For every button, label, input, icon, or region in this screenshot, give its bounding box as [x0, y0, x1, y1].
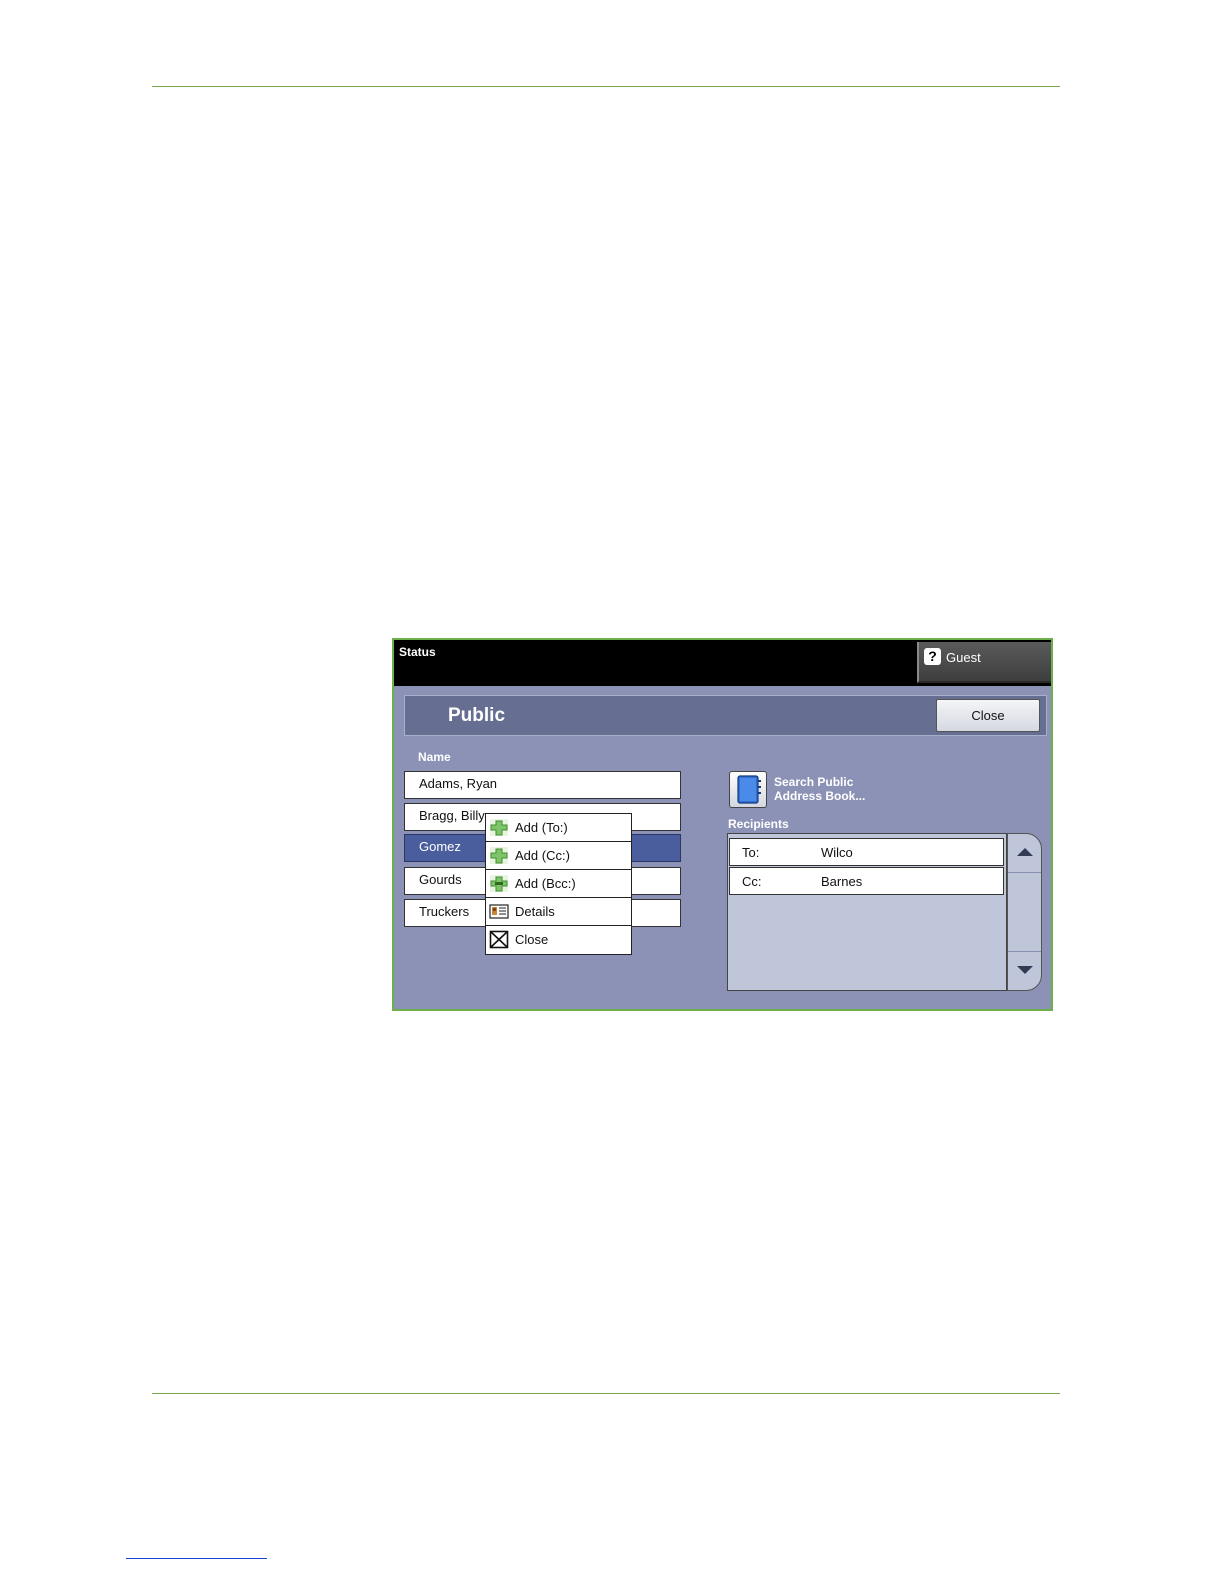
menu-item-label: Add (To:): [515, 820, 568, 835]
menu-item-label: Close: [515, 932, 549, 947]
name-row-label: Adams, Ryan: [419, 776, 498, 791]
scroll-down-button[interactable]: [1008, 951, 1041, 990]
recipient-row[interactable]: To: Wilco: [729, 838, 1004, 866]
menu-item-add-cc[interactable]: Add (Cc:): [486, 842, 631, 870]
search-label-line1: Search Public: [774, 775, 854, 789]
recipient-type: Cc:: [742, 874, 762, 889]
menu-item-details[interactable]: Details: [486, 898, 631, 926]
footer-link-underline: [126, 1558, 267, 1559]
page-title: Public: [448, 705, 506, 726]
menu-item-add-bcc[interactable]: Add (Bcc:): [486, 870, 631, 898]
name-row-label: Bragg, Billy: [419, 808, 485, 823]
arrow-up-icon: [1017, 848, 1033, 856]
menu-item-add-to[interactable]: Add (To:): [486, 814, 631, 842]
name-row-label: Gourds: [419, 872, 462, 887]
name-column-label: Name: [418, 750, 451, 764]
recipient-row[interactable]: Cc: Barnes: [729, 867, 1004, 895]
help-icon: ?: [924, 648, 941, 665]
guest-button[interactable]: ? Guest: [917, 642, 1051, 683]
name-row[interactable]: Adams, Ryan: [404, 771, 681, 799]
recipient-name: Barnes: [821, 874, 863, 889]
search-address-book-button[interactable]: [729, 771, 767, 808]
header-panel: Public Close: [404, 695, 1047, 736]
name-row-label: Gomez: [419, 839, 461, 854]
add-icon: [490, 847, 508, 864]
device-screen: Status ? Guest Public Close Name Adams, …: [392, 638, 1053, 1011]
header-rule: [152, 86, 1060, 87]
recipient-type: To:: [742, 845, 760, 860]
search-address-book-label[interactable]: Search Public Address Book...: [774, 775, 865, 803]
recipients-scrollbar: [1007, 833, 1042, 991]
details-card-icon: [489, 904, 509, 919]
arrow-down-icon: [1017, 966, 1033, 974]
add-icon: [490, 819, 508, 836]
footer-rule: [152, 1393, 1060, 1394]
search-label-line2: Address Book...: [774, 789, 866, 803]
guest-label: Guest: [946, 650, 981, 665]
scroll-up-button[interactable]: [1008, 834, 1041, 873]
menu-item-label: Add (Cc:): [515, 848, 570, 863]
status-bar: Status ? Guest: [394, 640, 1051, 686]
name-row-label: Truckers: [419, 904, 470, 919]
menu-item-label: Details: [515, 904, 555, 919]
menu-item-label: Add (Bcc:): [515, 876, 576, 891]
context-menu: Add (To:) Add (Cc:) Add (Bcc:) Details C…: [485, 813, 632, 955]
recipients-label: Recipients: [728, 817, 789, 831]
close-box-icon: [489, 930, 509, 949]
status-label[interactable]: Status: [399, 645, 436, 659]
add-icon: [490, 875, 508, 892]
recipient-name: Wilco: [821, 845, 853, 860]
close-button[interactable]: Close: [936, 699, 1040, 732]
recipients-list: To: Wilco Cc: Barnes: [727, 833, 1007, 991]
address-book-icon: [737, 775, 761, 804]
menu-item-close[interactable]: Close: [486, 926, 631, 954]
